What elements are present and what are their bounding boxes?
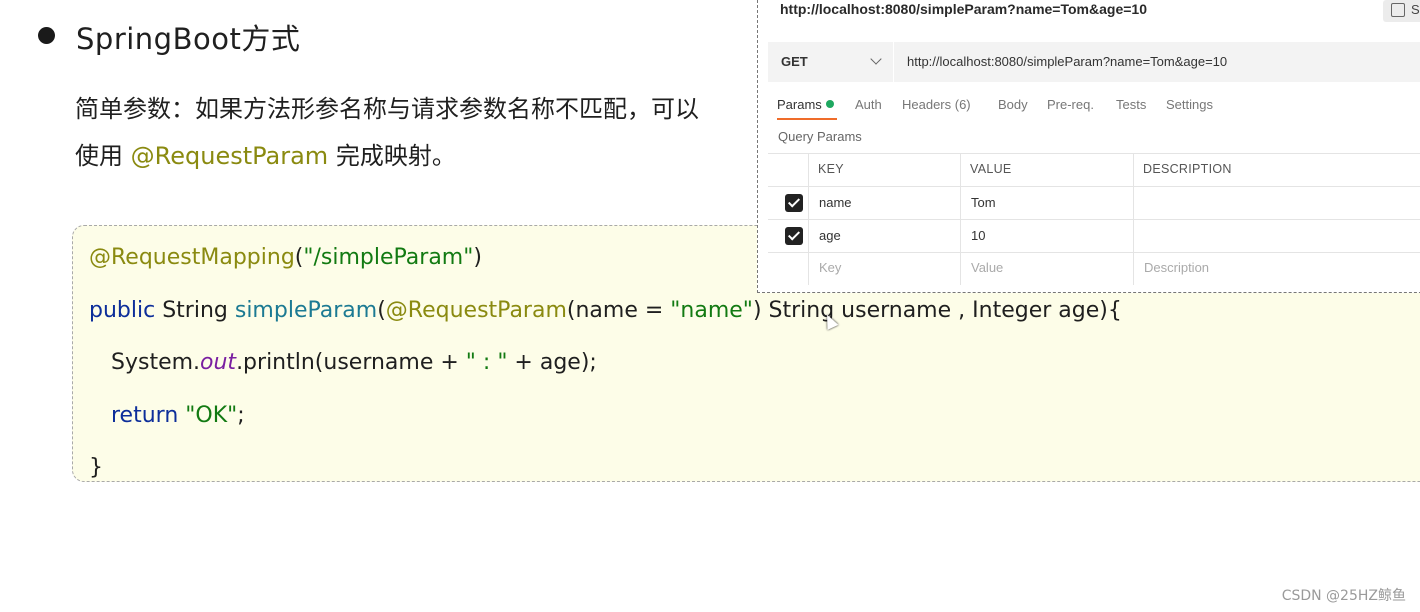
new-description-input[interactable]: Description xyxy=(1144,260,1209,275)
tab-headers[interactable]: Headers (6) xyxy=(902,97,971,112)
code-text: .println(username + xyxy=(236,350,466,375)
save-icon xyxy=(1391,3,1405,17)
param-row-value[interactable]: Tom xyxy=(971,195,996,210)
tab-body[interactable]: Body xyxy=(998,97,1028,112)
chevron-down-icon xyxy=(870,53,882,65)
new-value-input[interactable]: Value xyxy=(971,260,1003,275)
params-active-dot xyxy=(825,100,834,108)
desc-line-2: 使用 @RequestParam 完成映射。 xyxy=(75,133,745,180)
slide-description: 简单参数：如果方法形参名称与请求参数名称不匹配，可以 使用 @RequestPa… xyxy=(75,86,745,180)
code-string: " : " xyxy=(465,350,508,375)
code-text: ) String username , Integer age){ xyxy=(752,298,1122,323)
code-line-1: @RequestMapping("/simpleParam") xyxy=(89,245,482,270)
code-string: "/simpleParam" xyxy=(303,245,474,270)
desc-line-1: 简单参数：如果方法形参名称与请求参数名称不匹配，可以 xyxy=(75,95,699,123)
table-divider xyxy=(768,219,1420,220)
tab-settings[interactable]: Settings xyxy=(1166,97,1213,112)
desc-line-2-pre: 使用 xyxy=(75,142,131,170)
request-title: http://localhost:8080/simpleParam?name=T… xyxy=(780,1,1147,17)
code-line-5: } xyxy=(89,455,103,480)
code-static-field: out xyxy=(200,350,237,375)
code-text: String xyxy=(155,298,235,323)
table-divider xyxy=(768,252,1420,253)
table-column-divider xyxy=(808,153,809,285)
request-param-highlight: @RequestParam xyxy=(130,142,329,170)
save-button[interactable]: S xyxy=(1383,0,1420,22)
param-row-checkbox[interactable] xyxy=(785,227,803,245)
code-text: (name = xyxy=(566,298,671,323)
tab-tests[interactable]: Tests xyxy=(1116,97,1146,112)
code-annotation: @RequestMapping xyxy=(89,245,295,270)
param-row-key[interactable]: age xyxy=(819,228,841,243)
column-header-key: KEY xyxy=(818,162,844,176)
code-method-name: simpleParam xyxy=(234,298,378,323)
code-annotation: @RequestParam xyxy=(385,298,567,323)
tab-params-underline xyxy=(777,118,837,120)
code-string: "name" xyxy=(670,298,753,323)
request-bar: GET http://localhost:8080/simpleParam?na… xyxy=(768,42,1420,82)
code-string: "OK" xyxy=(185,403,238,428)
code-text: ) xyxy=(473,245,482,270)
table-column-divider xyxy=(1133,153,1134,285)
bullet-dot xyxy=(38,27,55,44)
query-params-label: Query Params xyxy=(778,129,862,144)
postman-panel: http://localhost:8080/simpleParam?name=T… xyxy=(757,0,1420,293)
column-header-description: DESCRIPTION xyxy=(1143,162,1232,176)
code-line-3: System.out.println(username + " : " + ag… xyxy=(111,350,597,375)
code-text: ; xyxy=(237,403,245,428)
desc-line-2-post: 完成映射。 xyxy=(328,142,456,170)
code-text: + age); xyxy=(507,350,597,375)
url-input[interactable]: http://localhost:8080/simpleParam?name=T… xyxy=(907,54,1227,69)
code-keyword: public xyxy=(89,298,156,323)
table-column-divider xyxy=(960,153,961,285)
slide-title: SpringBoot方式 xyxy=(76,22,301,56)
save-label: S xyxy=(1411,2,1420,17)
code-text: ( xyxy=(377,298,386,323)
param-row-checkbox[interactable] xyxy=(785,194,803,212)
column-header-value: VALUE xyxy=(970,162,1012,176)
table-divider xyxy=(768,186,1420,187)
tab-params[interactable]: Params xyxy=(777,97,834,112)
tab-pre-request[interactable]: Pre-req. xyxy=(1047,97,1094,112)
method-label: GET xyxy=(781,54,808,69)
code-line-2: public String simpleParam(@RequestParam(… xyxy=(89,298,1122,323)
tab-params-label: Params xyxy=(777,97,822,112)
code-keyword: return xyxy=(111,403,179,428)
param-row-key[interactable]: name xyxy=(819,195,852,210)
code-text: System. xyxy=(111,350,201,375)
method-select[interactable]: GET xyxy=(768,42,894,82)
code-line-4: return "OK"; xyxy=(111,403,245,428)
new-key-input[interactable]: Key xyxy=(819,260,841,275)
tab-auth[interactable]: Auth xyxy=(855,97,882,112)
param-row-value[interactable]: 10 xyxy=(971,228,985,243)
table-divider xyxy=(768,153,1420,154)
watermark: CSDN @25HZ鲸鱼 xyxy=(1281,588,1406,604)
